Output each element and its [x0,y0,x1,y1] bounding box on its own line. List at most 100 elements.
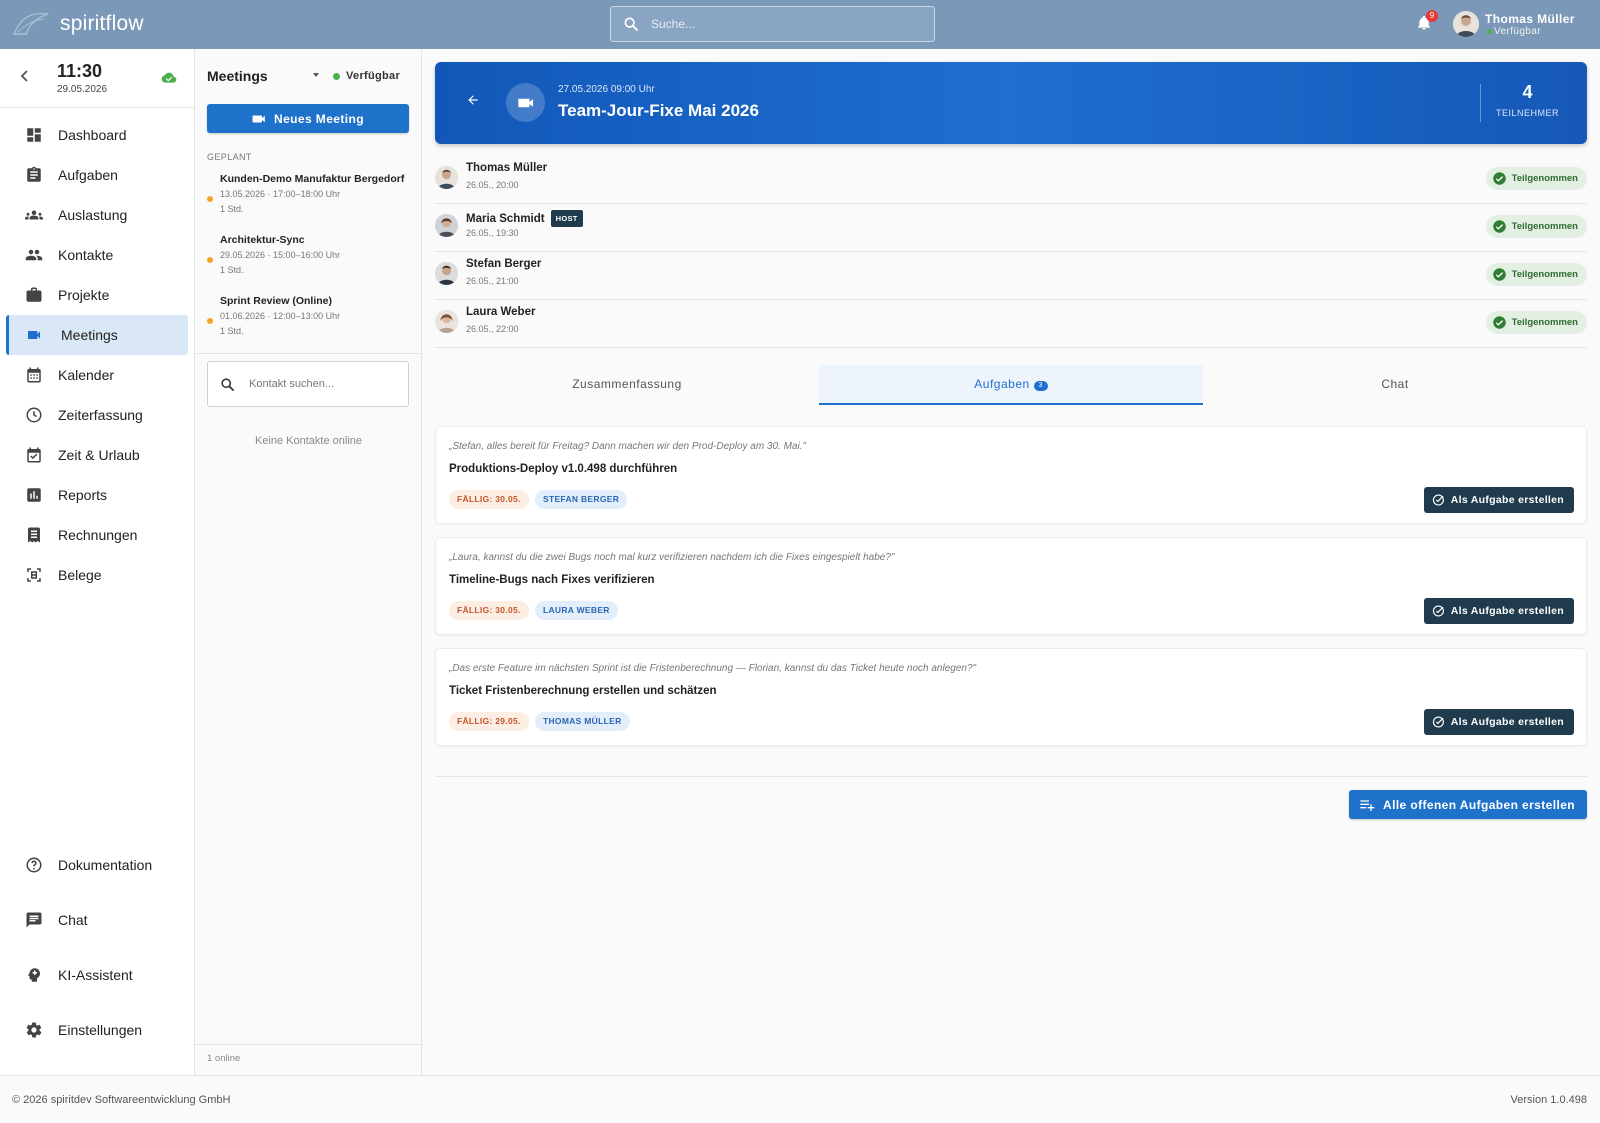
sidebar-item-label: Dokumentation [58,856,153,873]
collapse-sidebar-button[interactable] [20,69,30,85]
task-quote: „Das erste Feature im nächsten Sprint is… [449,663,977,674]
create-task-button[interactable]: Als Aufgabe erstellen [1423,598,1574,624]
sidebar-item-label: Reports [58,487,108,503]
sidebar-item-reports[interactable]: Reports [6,475,188,515]
section-label-planned: GEPLANT [207,152,252,162]
tab-zusammenfassung[interactable]: Zusammenfassung [435,365,819,405]
contact-search-input[interactable] [249,378,399,390]
task-title: Ticket Fristenberechnung erstellen und s… [449,685,717,697]
status-label: Teilgenommen [1511,221,1578,232]
sidebar-item-einstellungen[interactable]: Einstellungen [6,1002,189,1057]
user-name[interactable]: Thomas Müller [1485,12,1575,26]
notifications-button[interactable]: 9 [1416,10,1438,37]
participant-row[interactable]: Maria Schmidt HOST 26.05., 19:30 Teilgeno… [435,204,1587,252]
meeting-time: 01.06.2026 · 12:00–13:00 Uhr [220,311,341,321]
online-count: 1 online [195,1044,422,1075]
create-all-tasks-button[interactable]: Alle offenen Aufgaben erstellen [1349,790,1587,819]
sidebar-item-label: Einstellungen [58,1021,143,1038]
divider [435,776,1587,777]
status-dot [1487,29,1492,34]
participant-row[interactable]: Thomas Müller 26.05., 20:00 Teilgenommen [435,156,1587,204]
task-suggestion-card: „Das erste Feature im nächsten Sprint is… [435,648,1587,746]
document-scan-icon [24,565,44,585]
clock-widget: 11:30 29.05.2026 [0,49,194,108]
app-logo[interactable]: spiritflow [12,8,144,40]
sidebar-item-projekte[interactable]: Projekte [6,275,188,315]
participant-time: 26.05., 20:00 [466,180,519,190]
status-badge: Teilgenommen [1485,311,1587,334]
participant-row[interactable]: Stefan Berger 26.05., 21:00 Teilgenommen [435,252,1587,300]
user-avatar[interactable] [1453,11,1479,37]
sidebar-item-label: Projekte [58,287,110,303]
caret-down-icon[interactable] [313,73,319,77]
global-search[interactable] [610,6,935,42]
status-dot [333,72,340,80]
list-item[interactable]: Kunden-Demo Manufaktur Bergedorf 13.05.2… [207,173,412,233]
sidebar-item-rechnungen[interactable]: Rechnungen [6,515,188,555]
clock-icon [24,405,44,425]
availability-selector[interactable]: Verfügbar [333,70,400,82]
search-input[interactable] [651,17,901,31]
videocam-icon [24,325,44,345]
sidebar-item-label: Kontakte [58,247,114,263]
check-add-icon [1432,605,1444,617]
sidebar-item-kalender[interactable]: Kalender [6,355,188,395]
status-badge: Teilgenommen [1485,167,1587,190]
tab-chat[interactable]: Chat [1203,365,1587,405]
gear-icon [24,1020,44,1040]
version-label: Version 1.0.498 [1510,1094,1587,1106]
sidebar-item-aufgaben[interactable]: Aufgaben [6,155,188,195]
sidebar-item-meetings[interactable]: Meetings [6,315,188,355]
meeting-title: Sprint Review (Online) [220,295,333,307]
list-item[interactable]: Sprint Review (Online) 01.06.2026 · 12:0… [207,295,412,355]
participant-name-text: Maria Schmidt [466,212,545,225]
sidebar-item-zeiterfassung[interactable]: Zeiterfassung [6,395,188,435]
create-all-tasks-label: Alle offenen Aufgaben erstellen [1383,797,1575,812]
videocam-icon [252,115,265,122]
participant-row[interactable]: Laura Weber 26.05., 22:00 Teilgenommen [435,300,1587,348]
back-button[interactable] [466,93,480,112]
app-name: spiritflow [60,12,144,35]
detail-tabs: Zusammenfassung Aufgaben 3 Chat [435,365,1587,405]
sidebar-item-dokumentation[interactable]: Dokumentation [6,837,189,892]
sidebar-item-zeit-urlaub[interactable]: Zeit & Urlaub [6,435,188,475]
due-date-chip: FÄLLIG: 29.05. [449,712,529,731]
contact-search[interactable] [207,361,409,407]
check-circle-icon [1492,268,1506,281]
sidebar-item-label: Zeiterfassung [58,407,143,423]
assignee-chip: THOMAS MÜLLER [535,712,630,731]
sidebar-item-chat[interactable]: Chat [6,892,189,947]
task-title: Timeline-Bugs nach Fixes verifizieren [449,574,655,586]
sidebar-item-label: Aufgaben [58,167,118,183]
tab-aufgaben[interactable]: Aufgaben 3 [819,365,1203,405]
meeting-duration: 1 Std. [220,265,244,275]
sidebar-item-auslastung[interactable]: Auslastung [6,195,188,235]
briefcase-icon [24,285,44,305]
videocam-icon [517,98,533,107]
status-badge: Teilgenommen [1485,215,1587,238]
sidebar-item-label: Dashboard [58,127,127,143]
sidebar-item-belege[interactable]: Belege [6,555,188,595]
availability-label: Verfügbar [346,70,401,82]
participant-time: 26.05., 21:00 [466,276,519,286]
meeting-title: Architektur-Sync [220,234,305,246]
new-meeting-label: Neues Meeting [274,111,364,126]
assignee-chip: LAURA WEBER [535,601,618,620]
meeting-title: Team-Jour-Fixe Mai 2026 [558,101,759,120]
create-task-button[interactable]: Als Aufgabe erstellen [1423,709,1574,735]
create-task-button[interactable]: Als Aufgabe erstellen [1423,487,1574,513]
group-icon [24,205,44,225]
search-icon [221,377,234,391]
new-meeting-button[interactable]: Neues Meeting [207,104,409,133]
tab-label: Zusammenfassung [572,377,682,391]
sidebar-item-ki-assistent[interactable]: KI-Assistent [6,947,189,1002]
sidebar-item-kontakte[interactable]: Kontakte [6,235,188,275]
sidebar-item-label: Rechnungen [58,527,138,543]
meeting-type-icon [506,83,545,122]
avatar [435,262,458,285]
list-item[interactable]: Architektur-Sync 29.05.2026 · 15:00–16:0… [207,234,412,294]
sidebar-item-dashboard[interactable]: Dashboard [6,115,188,155]
task-quote: „Laura, kannst du die zwei Bugs noch mal… [449,552,895,563]
user-status: Verfügbar [1487,26,1541,37]
status-label: Teilgenommen [1511,269,1578,280]
